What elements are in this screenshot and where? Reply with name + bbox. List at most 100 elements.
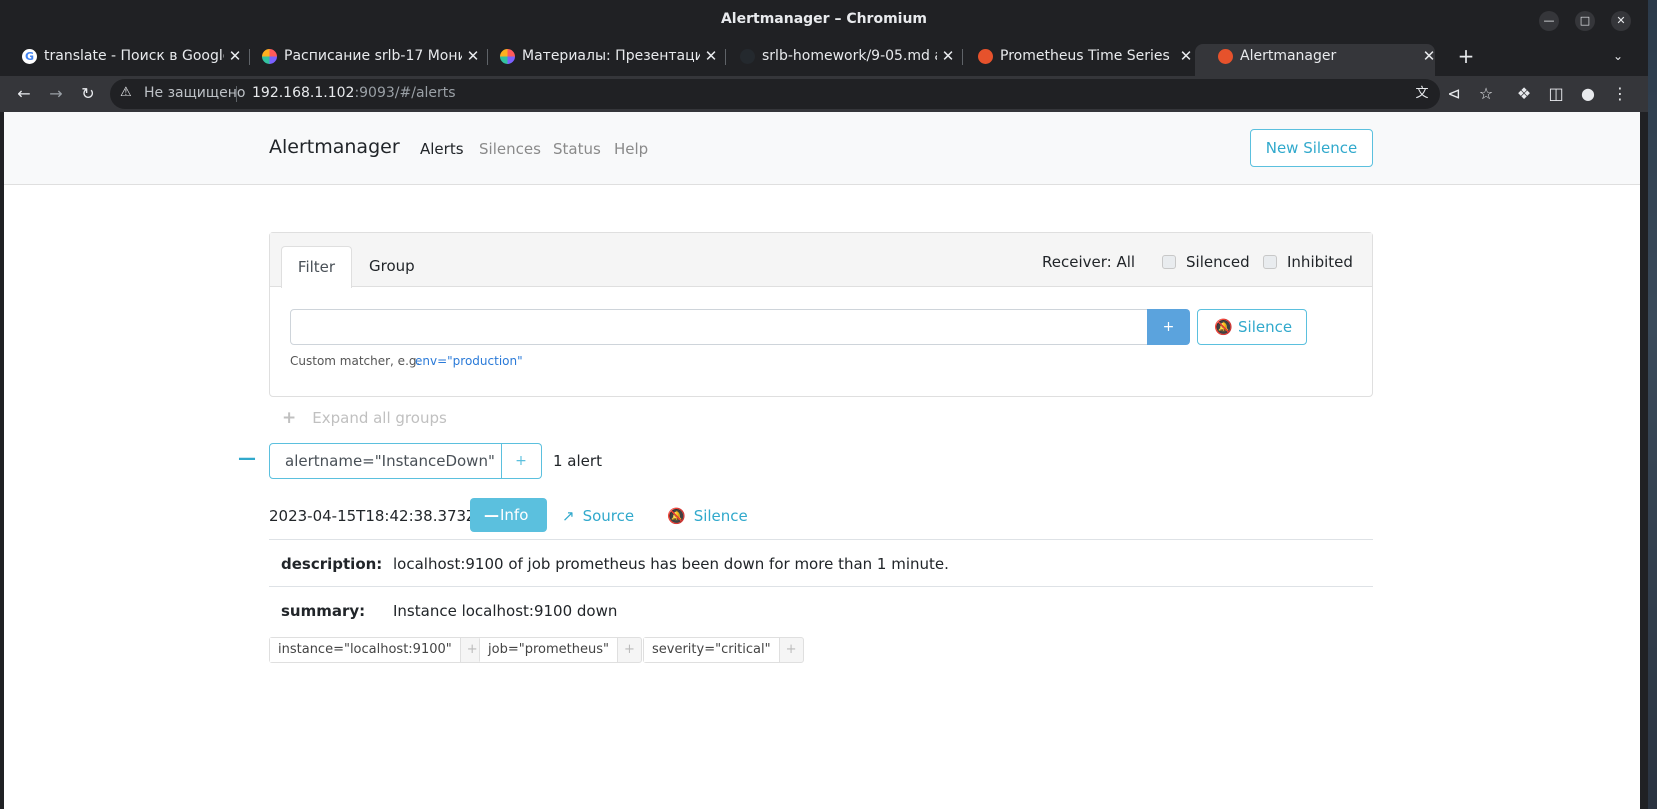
share-icon[interactable]: ⊲ <box>1442 82 1466 106</box>
tab-filter[interactable]: Filter <box>281 246 352 288</box>
silenced-checkbox[interactable] <box>1162 255 1176 269</box>
warning-icon: ⚠ <box>120 85 132 100</box>
tab-alertmanager[interactable]: Alertmanager <box>1218 40 1398 72</box>
browser-toolbar: ← → ↻ ⚠ Не защищено 192.168.1.102:9093/#… <box>0 76 1648 112</box>
group-label-button[interactable]: alertname="InstanceDown" <box>269 443 502 479</box>
side-panel-icon[interactable]: ◫ <box>1544 82 1568 106</box>
silence-filter-button[interactable]: 🔕 Silence <box>1197 309 1307 345</box>
info-label: Info <box>500 506 529 524</box>
add-matcher-button[interactable]: + <box>1147 309 1190 345</box>
forward-icon[interactable]: → <box>44 82 68 106</box>
bookmark-star-icon[interactable]: ☆ <box>1474 82 1498 106</box>
tab-github[interactable]: srlb-homework/9-05.md at main <box>740 40 937 72</box>
tab-prometheus[interactable]: Prometheus Time Series Collection <box>978 40 1175 72</box>
brand[interactable]: Alertmanager <box>269 136 400 158</box>
source-label: Source <box>582 507 635 525</box>
alertmanager-page: Alertmanager Alerts Silences Status Help… <box>4 112 1640 809</box>
url-host: 192.168.1.102 <box>252 85 355 101</box>
info-toggle-button[interactable]: — Info <box>470 498 547 532</box>
nav-alerts[interactable]: Alerts <box>420 140 464 158</box>
tab-label: Материалы: Презентация <box>522 48 700 64</box>
label-text[interactable]: instance="localhost:9100" <box>270 638 460 662</box>
tab-strip: G translate - Поиск в Google ✕ Расписани… <box>0 40 1648 80</box>
matcher-hint: Custom matcher, e.g. <box>290 354 421 368</box>
tab-label: Alertmanager <box>1240 48 1337 64</box>
address-bar[interactable]: ⚠ Не защищено 192.168.1.102:9093/#/alert… <box>110 79 1440 109</box>
tab-separator <box>962 49 963 65</box>
inhibited-checkbox[interactable] <box>1263 255 1277 269</box>
expand-all-label: Expand all groups <box>312 409 447 427</box>
silence-alert-link[interactable]: 🔕 Silence <box>667 507 748 525</box>
receiver-dropdown[interactable]: Receiver: All <box>1042 253 1135 271</box>
nav-help[interactable]: Help <box>614 140 648 158</box>
tab-translate[interactable]: G translate - Поиск в Google <box>22 40 224 72</box>
url-text: 192.168.1.102:9093/#/alerts <box>252 85 456 101</box>
bell-slash-icon: 🔕 <box>667 507 686 525</box>
window-title: Alertmanager – Chromium <box>720 11 928 27</box>
netology-icon <box>500 49 515 64</box>
tab-label: srlb-homework/9-05.md at main <box>762 48 937 64</box>
tab-close-icon[interactable]: ✕ <box>701 46 721 66</box>
browser-window: Alertmanager – Chromium — □ ✕ G translat… <box>0 0 1648 809</box>
annotation-value: Instance localhost:9100 down <box>393 602 618 620</box>
annotation-row: summary: Instance localhost:9100 down <box>269 586 1373 633</box>
label-text[interactable]: severity="critical" <box>644 638 779 662</box>
tab-schedule[interactable]: Расписание srlb-17 Мониторинг <box>262 40 462 72</box>
silence-filter-label: Silence <box>1238 318 1293 336</box>
prometheus-icon <box>978 49 993 64</box>
reload-icon[interactable]: ↻ <box>76 82 100 106</box>
matcher-input[interactable] <box>290 309 1148 345</box>
tab-group[interactable]: Group <box>369 257 415 275</box>
netology-icon <box>262 49 277 64</box>
inhibited-label: Inhibited <box>1287 253 1353 271</box>
tab-label: Prometheus Time Series Collection <box>1000 48 1175 64</box>
tab-close-icon[interactable]: ✕ <box>1176 46 1196 66</box>
minus-icon: — <box>484 506 499 524</box>
tab-close-icon[interactable]: ✕ <box>938 46 958 66</box>
url-path: :9093/#/alerts <box>354 85 456 101</box>
silence-alert-label: Silence <box>693 507 748 525</box>
github-icon <box>740 49 755 64</box>
chart-line-icon: ↗ <box>562 507 575 525</box>
label-add-button[interactable]: + <box>778 638 803 662</box>
title-bar: Alertmanager – Chromium — □ ✕ <box>0 0 1648 40</box>
translate-icon[interactable]: 文 <box>1410 82 1434 106</box>
menu-kebab-icon[interactable]: ⋮ <box>1608 82 1632 106</box>
tab-separator <box>725 49 726 65</box>
tab-materials[interactable]: Материалы: Презентация <box>500 40 700 72</box>
maximize-icon[interactable]: □ <box>1575 11 1595 31</box>
filter-panel-header: Filter Group Receiver: All Silenced Inhi… <box>270 233 1372 288</box>
source-link[interactable]: ↗ Source <box>562 507 634 525</box>
tab-label: Расписание srlb-17 Мониторинг <box>284 48 462 64</box>
omnibox-separator <box>236 86 237 102</box>
tab-close-icon[interactable]: ✕ <box>463 46 483 66</box>
nav-status[interactable]: Status <box>553 140 601 158</box>
label-text[interactable]: job="prometheus" <box>480 638 617 662</box>
minimize-icon[interactable]: — <box>1539 11 1559 31</box>
profile-avatar-icon[interactable]: ● <box>1576 82 1600 106</box>
new-tab-icon[interactable]: + <box>1456 46 1476 66</box>
close-window-icon[interactable]: ✕ <box>1611 11 1631 31</box>
alert-count: 1 alert <box>553 452 602 470</box>
prometheus-icon <box>1218 49 1233 64</box>
label-add-button[interactable]: + <box>616 638 641 662</box>
group-add-filter-button[interactable]: + <box>501 443 542 479</box>
expand-all-groups[interactable]: + Expand all groups <box>282 408 447 428</box>
alert-start-time: 2023-04-15T18:42:38.373Z <box>269 507 477 525</box>
extensions-icon[interactable]: ❖ <box>1512 82 1536 106</box>
matcher-hint-example[interactable]: env="production" <box>415 354 523 368</box>
tab-separator <box>249 49 250 65</box>
tab-search-chevron-icon[interactable]: ⌄ <box>1608 46 1628 66</box>
nav-silences[interactable]: Silences <box>479 140 541 158</box>
annotation-row: description: localhost:9100 of job prome… <box>269 539 1373 586</box>
desktop-background <box>1648 0 1657 809</box>
new-silence-button[interactable]: New Silence <box>1250 129 1373 167</box>
plus-icon: + <box>282 408 297 428</box>
tab-close-icon[interactable]: ✕ <box>225 46 245 66</box>
back-icon[interactable]: ← <box>12 82 36 106</box>
tab-label: translate - Поиск в Google <box>44 48 224 64</box>
tab-close-icon[interactable]: ✕ <box>1419 46 1439 66</box>
silenced-label: Silenced <box>1186 253 1250 271</box>
collapse-group-icon[interactable]: — <box>238 448 256 469</box>
bell-slash-icon: 🔕 <box>1214 318 1233 336</box>
